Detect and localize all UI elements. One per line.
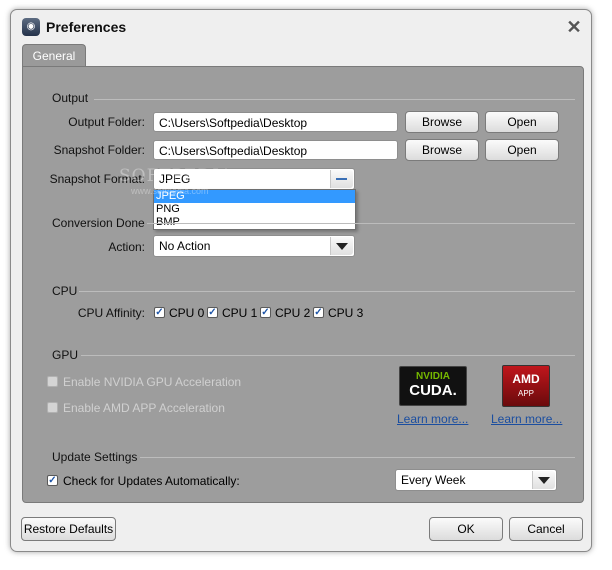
section-output-divider <box>94 99 575 100</box>
nvidia-learn-more-link[interactable]: Learn more... <box>397 412 468 426</box>
snapshot-folder-browse-button[interactable]: Browse <box>405 139 479 161</box>
amd-app-logo: AMD APP <box>502 365 550 407</box>
check-updates-checkbox[interactable]: ✓ <box>47 475 58 486</box>
output-folder-label: Output Folder: <box>68 115 145 129</box>
amd-logo-text: AMD <box>512 372 540 386</box>
snapshot-format-dropdown-button[interactable] <box>330 170 353 188</box>
action-dropdown-button[interactable] <box>330 237 353 255</box>
update-frequency-dropdown-button[interactable] <box>532 471 555 489</box>
action-value: No Action <box>159 239 211 253</box>
cuda-logo-text: CUDA. <box>409 382 457 399</box>
cancel-button[interactable]: Cancel <box>509 517 583 541</box>
snapshot-folder-open-button[interactable]: Open <box>485 139 559 161</box>
section-output-label: Output <box>52 91 89 105</box>
chevron-down-icon <box>336 243 348 250</box>
cpu0-label: CPU 0 <box>169 306 205 320</box>
section-gpu-divider <box>81 355 575 356</box>
output-folder-open-button[interactable]: Open <box>485 111 559 133</box>
amd-acceleration-checkbox[interactable] <box>47 402 58 413</box>
cpu2-checkbox[interactable]: ✓ <box>260 307 271 318</box>
section-cpu-label: CPU <box>52 284 78 298</box>
cpu-affinity-label: CPU Affinity: <box>77 306 145 320</box>
snapshot-folder-field[interactable]: C:\Users\Softpedia\Desktop <box>153 140 398 160</box>
action-label: Action: <box>108 240 145 254</box>
nvidia-cuda-logo: NVIDIA CUDA. <box>399 366 467 406</box>
app-icon: ◉ <box>22 18 40 36</box>
snapshot-folder-label: Snapshot Folder: <box>53 143 145 157</box>
section-update-divider <box>140 457 575 458</box>
section-conversion-label: Conversion Done <box>52 216 145 230</box>
softpedia-watermark: SOFTPEDIA <box>119 166 234 186</box>
section-update-label: Update Settings <box>52 450 138 464</box>
tab-general[interactable]: General <box>22 44 86 67</box>
chevron-down-icon <box>538 477 550 484</box>
window-title: Preferences <box>46 19 127 35</box>
check-updates-label: Check for Updates Automatically: <box>63 474 240 488</box>
cpu0-checkbox[interactable]: ✓ <box>154 307 165 318</box>
cpu3-label: CPU 3 <box>328 306 364 320</box>
section-cpu-divider <box>79 291 575 292</box>
nvidia-acceleration-label: Enable NVIDIA GPU Acceleration <box>63 375 242 389</box>
cpu3-checkbox[interactable]: ✓ <box>313 307 324 318</box>
cpu1-checkbox[interactable]: ✓ <box>207 307 218 318</box>
output-folder-field[interactable]: C:\Users\Softpedia\Desktop <box>153 112 398 132</box>
amd-learn-more-link[interactable]: Learn more... <box>491 412 562 426</box>
section-conversion-divider <box>147 223 575 224</box>
dropdown-open-icon <box>336 178 347 180</box>
nvidia-logo-text: NVIDIA <box>416 371 450 382</box>
output-folder-browse-button[interactable]: Browse <box>405 111 479 133</box>
preferences-window: ◉ Preferences ✕ General Output Output Fo… <box>10 9 592 552</box>
app-logo-text: APP <box>517 389 534 398</box>
cpu1-label: CPU 1 <box>222 306 258 320</box>
amd-acceleration-label: Enable AMD APP Acceleration <box>63 401 225 415</box>
section-gpu-label: GPU <box>52 348 79 362</box>
update-frequency-value: Every Week <box>401 473 466 487</box>
general-panel: Output Output Folder: C:\Users\Softpedia… <box>22 66 584 503</box>
close-icon[interactable]: ✕ <box>565 18 583 36</box>
nvidia-acceleration-checkbox[interactable] <box>47 376 58 387</box>
update-frequency-select[interactable]: Every Week <box>395 469 557 491</box>
restore-defaults-button[interactable]: Restore Defaults <box>21 517 116 541</box>
format-option-png[interactable]: PNG <box>154 203 355 216</box>
cpu2-label: CPU 2 <box>275 306 311 320</box>
softpedia-watermark-url: www.softpedia.com <box>131 186 209 196</box>
ok-button[interactable]: OK <box>429 517 503 541</box>
action-select[interactable]: No Action <box>153 235 355 257</box>
